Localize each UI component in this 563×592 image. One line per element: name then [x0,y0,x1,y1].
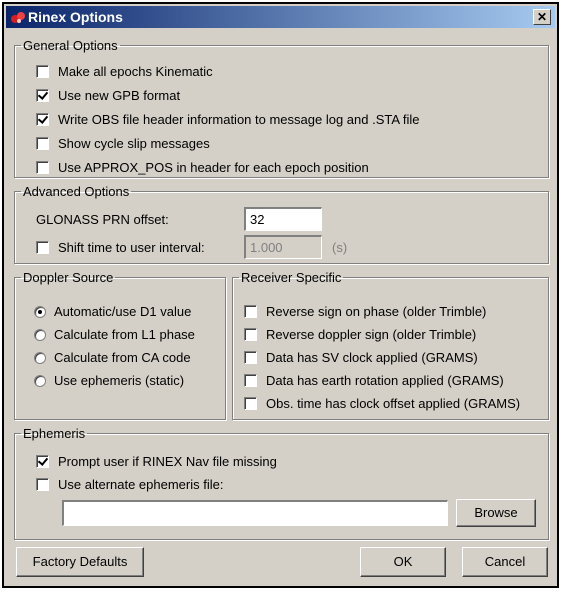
advanced-options-legend: Advanced Options [23,184,130,199]
glonass-prn-input[interactable]: 32 [244,207,322,231]
checkbox-label: Prompt user if RINEX Nav file missing [58,454,277,469]
checkbox-box[interactable] [36,161,49,174]
checkbox-approx-pos[interactable]: Use APPROX_POS in header for each epoch … [36,160,369,175]
checkbox-box[interactable] [36,65,49,78]
checkbox-label: Reverse doppler sign (older Trimble) [266,327,477,342]
checkbox-new-gpb-format[interactable]: Use new GPB format [36,88,180,103]
window-title: Rinex Options [28,9,123,25]
general-options-group: General Options [14,38,549,178]
shift-interval-input[interactable]: 1.000 [244,235,322,259]
browse-button[interactable]: Browse [456,499,536,527]
radio-button[interactable] [34,328,46,341]
checkbox-reverse-phase[interactable]: Reverse sign on phase (older Trimble) [244,304,486,319]
radio-button[interactable] [34,374,46,387]
checkbox-box[interactable] [36,137,49,150]
title-bar[interactable]: Rinex Options ✕ [6,6,555,28]
general-options-legend: General Options [23,38,118,53]
shift-unit-text: (s) [332,240,348,255]
checkbox-box[interactable] [244,351,257,364]
radio-l1-phase[interactable]: Calculate from L1 phase [34,327,195,342]
ephemeris-file-input[interactable] [62,500,448,526]
rinex-options-dialog: Rinex Options ✕ General Options Make all… [2,2,559,588]
app-icon [11,12,25,23]
checkbox-box[interactable] [36,113,49,126]
checkbox-label: Use new GPB format [58,88,181,103]
checkbox-prompt-nav-missing[interactable]: Prompt user if RINEX Nav file missing [36,454,277,469]
checkbox-shift-time[interactable]: Shift time to user interval: [36,240,205,255]
checkbox-label: Reverse sign on phase (older Trimble) [266,304,487,319]
receiver-specific-legend: Receiver Specific [241,270,342,285]
factory-defaults-button[interactable]: Factory Defaults [16,547,144,577]
checkbox-make-kinematic[interactable]: Make all epochs Kinematic [36,64,213,79]
radio-label: Calculate from L1 phase [54,327,195,342]
checkbox-box[interactable] [244,305,257,318]
checkbox-box[interactable] [36,241,49,254]
radio-button[interactable] [34,351,46,364]
checkbox-label: Write OBS file header information to mes… [58,112,420,127]
checkbox-cycle-slip[interactable]: Show cycle slip messages [36,136,210,151]
checkbox-box[interactable] [244,374,257,387]
checkbox-label: Shift time to user interval: [58,240,205,255]
checkbox-box[interactable] [36,478,49,491]
checkbox-box[interactable] [244,328,257,341]
checkbox-box[interactable] [36,455,49,468]
checkbox-sv-clock[interactable]: Data has SV clock applied (GRAMS) [244,350,478,365]
doppler-source-legend: Doppler Source [23,270,114,285]
radio-ephemeris-static[interactable]: Use ephemeris (static) [34,373,184,388]
checkbox-label: Show cycle slip messages [58,136,210,151]
radio-ca-code[interactable]: Calculate from CA code [34,350,191,365]
checkbox-label: Obs. time has clock offset applied (GRAM… [266,396,521,411]
checkbox-label: Data has SV clock applied (GRAMS) [266,350,478,365]
checkbox-write-obs-header[interactable]: Write OBS file header information to mes… [36,112,420,127]
shift-unit-label: (s) [332,240,347,255]
glonass-prn-label-text: GLONASS PRN offset: [36,212,169,227]
checkbox-label: Make all epochs Kinematic [58,64,213,79]
radio-label: Automatic/use D1 value [54,304,192,319]
radio-button[interactable] [34,305,46,318]
checkbox-box[interactable] [36,89,49,102]
radio-label: Use ephemeris (static) [54,373,185,388]
checkbox-label: Data has earth rotation applied (GRAMS) [266,373,504,388]
checkbox-alternate-ephemeris[interactable]: Use alternate ephemeris file: [36,477,223,492]
doppler-source-group: Doppler Source [14,270,226,420]
glonass-prn-label: GLONASS PRN offset: [36,212,169,227]
cancel-button[interactable]: Cancel [462,547,548,577]
ephemeris-legend: Ephemeris [23,426,86,441]
checkbox-label: Use alternate ephemeris file: [58,477,224,492]
checkbox-clock-offset[interactable]: Obs. time has clock offset applied (GRAM… [244,396,520,411]
checkbox-box[interactable] [244,397,257,410]
radio-label: Calculate from CA code [54,350,191,365]
close-icon[interactable]: ✕ [533,9,551,25]
checkbox-earth-rotation[interactable]: Data has earth rotation applied (GRAMS) [244,373,504,388]
ok-button[interactable]: OK [360,547,446,577]
checkbox-label: Use APPROX_POS in header for each epoch … [58,160,369,175]
checkbox-reverse-doppler[interactable]: Reverse doppler sign (older Trimble) [244,327,476,342]
radio-automatic-d1[interactable]: Automatic/use D1 value [34,304,191,319]
